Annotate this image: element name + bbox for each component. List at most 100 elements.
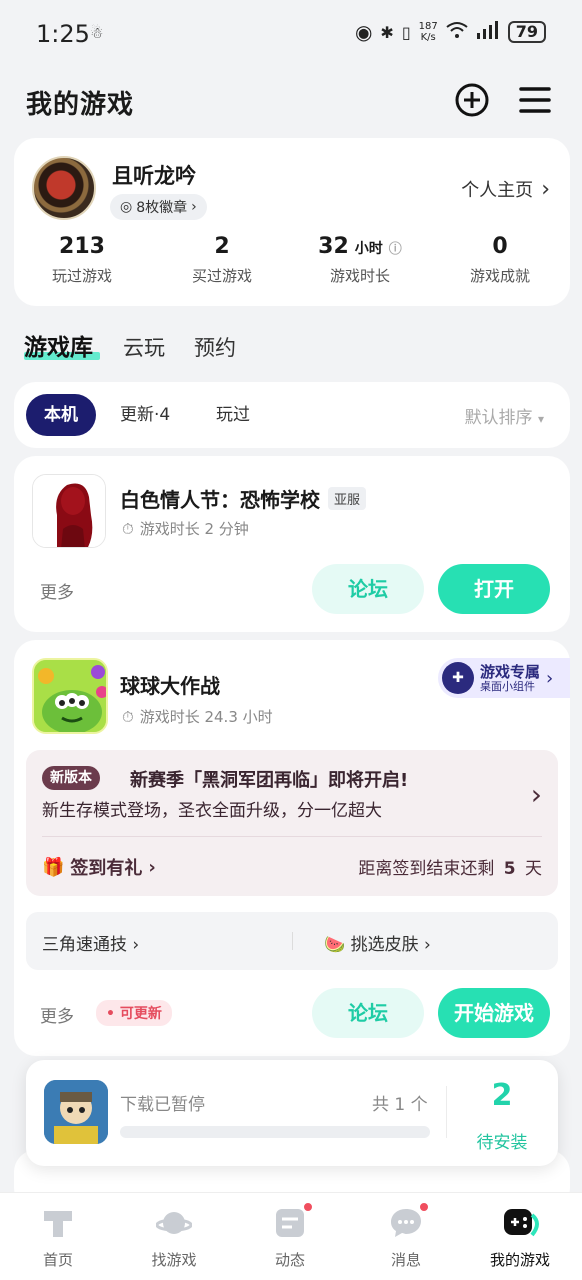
avatar[interactable] [32, 156, 96, 220]
username[interactable]: 且听龙吟 [112, 160, 196, 190]
feed-icon [272, 1201, 314, 1241]
nav-home[interactable]: 首页 [8, 1205, 108, 1270]
download-card[interactable]: 下载已暂停 共 1 个 2 待安装 [26, 1060, 558, 1166]
notification-icon: ☃ [90, 24, 104, 42]
forum-button[interactable]: 论坛 [312, 564, 424, 614]
add-icon[interactable] [452, 80, 492, 120]
medal-icon: ◎ [120, 199, 133, 215]
battery-indicator: 79 [507, 21, 546, 43]
game-card: 白色情人节：恐怖学校 亚服 ⏱ 游戏时长 2 分钟 更多 论坛 打开 [14, 456, 570, 632]
badge-pill[interactable]: ◎ 8枚徽章 › [110, 194, 207, 220]
open-button[interactable]: 打开 [438, 564, 550, 614]
start-game-button[interactable]: 开始游戏 [438, 988, 550, 1038]
download-progress [120, 1126, 430, 1138]
bluetooth-icon: ✱ [380, 22, 394, 42]
widget-title: 游戏专属 [480, 662, 541, 681]
update-tag-label: 可更新 [119, 1006, 162, 1022]
update-available-tag: • 可更新 [96, 1000, 172, 1026]
menu-icon[interactable] [515, 80, 555, 120]
game-icon[interactable] [32, 658, 108, 734]
news-box[interactable]: 新版本 新赛季「黑洞军团再临」即将开启! 新生存模式登场，圣衣全面升级，分一亿超… [26, 750, 558, 896]
quick-link-skins[interactable]: 🍉 挑选皮肤 › [324, 930, 431, 955]
widget-pill[interactable]: ✚ 游戏专属 桌面小组件 › [438, 658, 570, 698]
playtime-text: 游戏时长 24.3 小时 [139, 708, 273, 726]
dot-icon: • [106, 1006, 115, 1022]
stat-label: 玩过游戏 [51, 267, 112, 285]
game-card: 球球大作战 ⏱ 游戏时长 24.3 小时 ✚ 游戏专属 桌面小组件 › 新版本 … [14, 640, 570, 1056]
net-speed: 187 K/s [419, 21, 438, 43]
stat-unit: 小时 [354, 241, 383, 257]
sort-dropdown[interactable]: 默认排序 ▾ [465, 403, 544, 428]
filter-local[interactable]: 本机 [26, 394, 96, 436]
quick-link-tips[interactable]: 三角速通技 › [42, 930, 139, 955]
watermelon-icon: 🍉 [324, 935, 346, 955]
signin-remaining-suffix: 天 [525, 859, 542, 879]
more-link[interactable]: 更多 [40, 1002, 74, 1027]
filter-played[interactable]: 玩过 [198, 394, 268, 436]
nav-label: 我的游戏 [489, 1251, 550, 1269]
badge-count: 8枚徽章 [136, 200, 188, 216]
more-link[interactable]: 更多 [40, 578, 74, 603]
nav-feed[interactable]: 动态 [240, 1201, 340, 1270]
game-icon[interactable] [32, 474, 106, 548]
widget-subtitle: 桌面小组件 [480, 679, 535, 693]
nav-messages[interactable]: 消息 [356, 1201, 456, 1270]
chevron-right-icon: › [423, 935, 431, 955]
signal-icon [476, 21, 500, 43]
stopwatch-icon: ⏱ [122, 519, 134, 538]
game-title[interactable]: 球球大作战 [120, 670, 220, 699]
notification-dot [302, 1201, 314, 1213]
stat-label: 游戏时长 [329, 267, 390, 285]
stat-value: 213 [59, 234, 105, 259]
chevron-right-icon: › [191, 199, 197, 215]
stat-value: 32 [318, 234, 349, 259]
stat-played[interactable]: 213 玩过游戏 [22, 234, 142, 286]
vibrate-icon: ▯ [401, 22, 411, 42]
pending-install-label[interactable]: 待安装 [466, 1128, 538, 1153]
stat-playtime[interactable]: 32 小时 ⓘ 游戏时长 [300, 234, 420, 286]
quick-links: 三角速通技 › 🍉 挑选皮肤 › [26, 912, 558, 970]
stat-label: 游戏成就 [469, 267, 530, 285]
stat-achievements[interactable]: 0 游戏成就 [440, 234, 560, 286]
caret-down-icon: ▾ [537, 412, 544, 426]
bottom-nav: 首页 找游戏 动态 消息 我的游戏 [0, 1192, 582, 1280]
nav-label: 找游戏 [151, 1251, 197, 1269]
game-title[interactable]: 白色情人节：恐怖学校 亚服 [120, 484, 367, 513]
chevron-right-icon: › [530, 778, 542, 811]
forum-button[interactable]: 论坛 [312, 988, 424, 1038]
chat-icon [388, 1201, 430, 1241]
playtime: ⏱ 游戏时长 24.3 小时 [122, 706, 273, 727]
news-title: 新赛季「黑洞军团再临」即将开启! [130, 770, 409, 791]
tab-library[interactable]: 游戏库 [24, 328, 93, 362]
homepage-link[interactable]: 个人主页 › [461, 176, 550, 202]
status-time: 1:25 [36, 20, 90, 48]
filter-bar: 本机 更新·4 玩过 默认排序 ▾ [14, 382, 570, 448]
quick-link-label: 三角速通技 [42, 935, 127, 955]
home-icon [40, 1205, 76, 1241]
tab-cloud[interactable]: 云玩 [123, 332, 165, 362]
nav-label: 消息 [390, 1251, 421, 1269]
pending-install-count[interactable]: 2 [466, 1078, 538, 1113]
chevron-right-icon: › [148, 856, 156, 878]
quick-link-label: 挑选皮肤 [350, 935, 419, 955]
chevron-right-icon: › [541, 176, 550, 202]
news-subtitle: 新生存模式登场，圣衣全面升级，分一亿超大 [42, 801, 382, 821]
filter-updates[interactable]: 更新·4 [102, 394, 188, 436]
stat-value: 2 [214, 234, 230, 259]
homepage-link-label: 个人主页 [461, 180, 534, 201]
nav-discover[interactable]: 找游戏 [124, 1205, 224, 1270]
wifi-icon [446, 21, 468, 43]
playtime: ⏱ 游戏时长 2 分钟 [122, 518, 249, 539]
net-speed-value: 187 [418, 21, 438, 32]
signin-link[interactable]: 🎁 签到有礼 › [42, 854, 156, 880]
tab-reserve[interactable]: 预约 [194, 332, 236, 362]
planet-icon [155, 1205, 193, 1241]
playtime-text: 游戏时长 2 分钟 [139, 520, 249, 538]
signin-label: 签到有礼 [70, 858, 143, 879]
signin-remaining-days: 5 [503, 859, 516, 879]
nav-label: 动态 [274, 1251, 305, 1269]
info-icon: ⓘ [388, 242, 402, 257]
nav-my-games[interactable]: 我的游戏 [470, 1205, 570, 1270]
stat-bought[interactable]: 2 买过游戏 [162, 234, 282, 286]
download-count: 共 1 个 [372, 1095, 428, 1115]
